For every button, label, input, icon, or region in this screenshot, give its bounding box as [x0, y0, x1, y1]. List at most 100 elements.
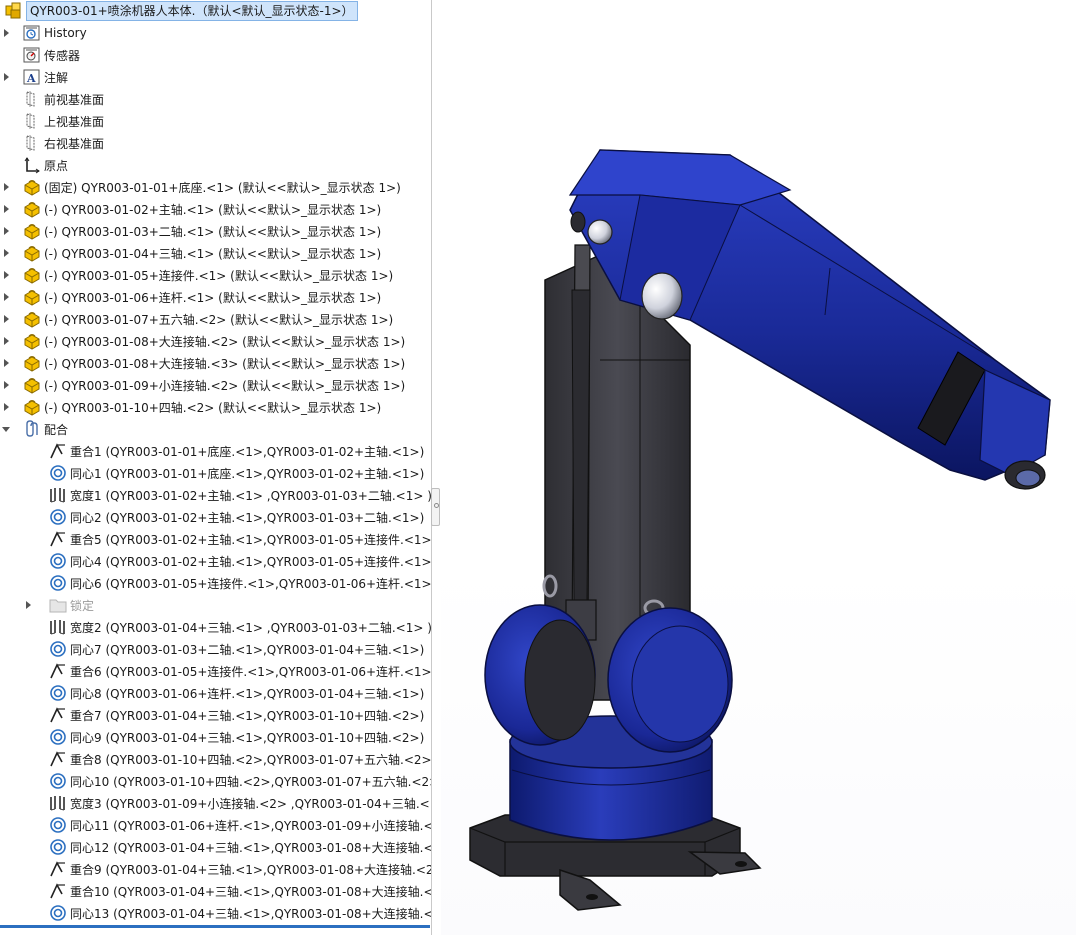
coincident-icon: [48, 858, 68, 880]
history-icon: [22, 22, 42, 44]
tree-item-part[interactable]: (-) QYR003-01-05+连接件.<1> (默认<<默认>_显示状态 1…: [0, 264, 432, 286]
expand-arrow-icon[interactable]: [0, 374, 12, 396]
tree-item-label: (固定) QYR003-01-01+底座.<1> (默认<<默认>_显示状态 1…: [44, 180, 401, 195]
expand-arrow-icon[interactable]: [0, 330, 12, 352]
expand-arrow-icon[interactable]: [0, 22, 12, 44]
coincident-icon: [48, 704, 68, 726]
expand-arrow-icon[interactable]: [0, 396, 12, 418]
origin-icon: [22, 154, 42, 176]
tree-item-label: 重合10 (QYR003-01-04+三轴.<1>,QYR003-01-08+大…: [70, 884, 432, 899]
tree-item-mate-coincident[interactable]: 重合1 (QYR003-01-01+底座.<1>,QYR003-01-02+主轴…: [0, 440, 432, 462]
tree-item-part[interactable]: (-) QYR003-01-10+四轴.<2> (默认<<默认>_显示状态 1>…: [0, 396, 432, 418]
tree-item-top-plane[interactable]: 上视基准面: [0, 110, 432, 132]
concentric-icon: [48, 550, 68, 572]
annotation-icon: A: [22, 66, 42, 88]
tree-item-part[interactable]: (固定) QYR003-01-01+底座.<1> (默认<<默认>_显示状态 1…: [0, 176, 432, 198]
tree-item-sensors[interactable]: 传感器: [0, 44, 432, 66]
expand-arrow-icon[interactable]: [0, 286, 12, 308]
concentric-icon: [48, 638, 68, 660]
tree-item-label: (-) QYR003-01-02+主轴.<1> (默认<<默认>_显示状态 1>…: [44, 202, 382, 217]
expand-arrow-icon[interactable]: [0, 308, 12, 330]
tree-root-assembly[interactable]: QYR003-01+喷涂机器人本体.（默认<默认_显示状态-1>）: [0, 0, 432, 22]
tree-item-label: 宽度3 (QYR003-01-09+小连接轴.<2> ,QYR003-01-04…: [70, 796, 432, 811]
tree-item-mate-width[interactable]: 宽度1 (QYR003-01-02+主轴.<1> ,QYR003-01-03+二…: [0, 484, 432, 506]
tree-item-label: (-) QYR003-01-09+小连接轴.<2> (默认<<默认>_显示状态 …: [44, 378, 406, 393]
expand-arrow-icon[interactable]: [22, 594, 34, 616]
part-icon: [22, 374, 42, 396]
tree-item-mate-concentric[interactable]: 同心13 (QYR003-01-04+三轴.<1>,QYR003-01-08+大…: [0, 902, 432, 924]
tree-item-mate-concentric[interactable]: 同心6 (QYR003-01-05+连接件.<1>,QYR003-01-06+连…: [0, 572, 432, 594]
tree-item-label: QYR003-01+喷涂机器人本体.（默认<默认_显示状态-1>）: [26, 1, 358, 21]
tree-item-origin[interactable]: 原点: [0, 154, 432, 176]
tree-item-label: 配合: [44, 422, 69, 437]
tree-item-part[interactable]: (-) QYR003-01-06+连杆.<1> (默认<<默认>_显示状态 1>…: [0, 286, 432, 308]
concentric-icon: [48, 682, 68, 704]
tree-item-label: 重合5 (QYR003-01-02+主轴.<1>,QYR003-01-05+连接…: [70, 532, 432, 547]
tree-item-part[interactable]: (-) QYR003-01-04+三轴.<1> (默认<<默认>_显示状态 1>…: [0, 242, 432, 264]
pane-divider: [431, 0, 432, 935]
tree-item-mate-width[interactable]: 宽度2 (QYR003-01-04+三轴.<1> ,QYR003-01-03+二…: [0, 616, 432, 638]
tree-item-mate-concentric[interactable]: 同心10 (QYR003-01-10+四轴.<2>,QYR003-01-07+五…: [0, 770, 432, 792]
coincident-icon: [48, 748, 68, 770]
tree-item-label: 前视基准面: [44, 92, 105, 107]
splitter-handle[interactable]: [431, 488, 440, 526]
tree-item-label: (-) QYR003-01-08+大连接轴.<3> (默认<<默认>_显示状态 …: [44, 356, 406, 371]
part-icon: [22, 242, 42, 264]
expand-arrow-icon[interactable]: [0, 198, 12, 220]
tree-item-mate-concentric[interactable]: 同心2 (QYR003-01-02+主轴.<1>,QYR003-01-03+二轴…: [0, 506, 432, 528]
tree-item-mate-concentric[interactable]: 同心12 (QYR003-01-04+三轴.<1>,QYR003-01-08+大…: [0, 836, 432, 858]
tree-item-label: 同心10 (QYR003-01-10+四轴.<2>,QYR003-01-07+五…: [70, 774, 432, 789]
tree-item-lock-folder[interactable]: 锁定: [0, 594, 432, 616]
tree-item-part[interactable]: (-) QYR003-01-07+五六轴.<2> (默认<<默认>_显示状态 1…: [0, 308, 432, 330]
tree-item-mate-concentric[interactable]: 同心1 (QYR003-01-01+底座.<1>,QYR003-01-02+主轴…: [0, 462, 432, 484]
concentric-icon: [48, 836, 68, 858]
tree-item-mate-coincident[interactable]: 重合8 (QYR003-01-10+四轴.<2>,QYR003-01-07+五六…: [0, 748, 432, 770]
coincident-icon: [48, 880, 68, 902]
tree-item-part[interactable]: (-) QYR003-01-02+主轴.<1> (默认<<默认>_显示状态 1>…: [0, 198, 432, 220]
tree-item-mate-concentric[interactable]: 同心7 (QYR003-01-03+二轴.<1>,QYR003-01-04+三轴…: [0, 638, 432, 660]
tree-item-mate-concentric[interactable]: 同心8 (QYR003-01-06+连杆.<1>,QYR003-01-04+三轴…: [0, 682, 432, 704]
tree-item-mate-coincident[interactable]: 重合5 (QYR003-01-02+主轴.<1>,QYR003-01-05+连接…: [0, 528, 432, 550]
tree-item-label: 同心9 (QYR003-01-04+三轴.<1>,QYR003-01-10+四轴…: [70, 730, 425, 745]
tree-item-mate-coincident[interactable]: 重合7 (QYR003-01-04+三轴.<1>,QYR003-01-10+四轴…: [0, 704, 432, 726]
tree-item-mates-folder[interactable]: 配合: [0, 418, 432, 440]
tree-item-mate-concentric[interactable]: 同心9 (QYR003-01-04+三轴.<1>,QYR003-01-10+四轴…: [0, 726, 432, 748]
tree-item-front-plane[interactable]: 前视基准面: [0, 88, 432, 110]
sensor-icon: [22, 44, 42, 66]
tree-item-label: 传感器: [44, 48, 81, 63]
expand-arrow-icon[interactable]: [0, 220, 12, 242]
tree-item-part[interactable]: (-) QYR003-01-09+小连接轴.<2> (默认<<默认>_显示状态 …: [0, 374, 432, 396]
graphics-viewport[interactable]: [441, 0, 1076, 935]
tree-item-label: 同心11 (QYR003-01-06+连杆.<1>,QYR003-01-09+小…: [70, 818, 432, 833]
tree-item-right-plane[interactable]: 右视基准面: [0, 132, 432, 154]
tree-item-mate-concentric[interactable]: 同心11 (QYR003-01-06+连杆.<1>,QYR003-01-09+小…: [0, 814, 432, 836]
tree-item-mate-width[interactable]: 宽度3 (QYR003-01-09+小连接轴.<2> ,QYR003-01-04…: [0, 792, 432, 814]
assembly-icon: [4, 0, 24, 22]
expand-arrow-icon[interactable]: [0, 352, 12, 374]
expand-arrow-icon[interactable]: [0, 264, 12, 286]
tree-item-history[interactable]: History: [0, 22, 432, 44]
tree-item-mate-coincident[interactable]: 重合6 (QYR003-01-05+连接件.<1>,QYR003-01-06+连…: [0, 660, 432, 682]
mates-icon: [22, 418, 42, 440]
tree-item-label: 重合9 (QYR003-01-04+三轴.<1>,QYR003-01-08+大连…: [70, 862, 432, 877]
expand-arrow-icon[interactable]: [0, 176, 12, 198]
tree-item-label: 同心8 (QYR003-01-06+连杆.<1>,QYR003-01-04+三轴…: [70, 686, 425, 701]
tree-item-annotations[interactable]: A 注解: [0, 66, 432, 88]
collapse-arrow-icon[interactable]: [0, 418, 12, 440]
tree-item-mate-coincident[interactable]: 重合9 (QYR003-01-04+三轴.<1>,QYR003-01-08+大连…: [0, 858, 432, 880]
tree-item-mate-concentric[interactable]: 同心4 (QYR003-01-02+主轴.<1>,QYR003-01-05+连接…: [0, 550, 432, 572]
tree-item-part[interactable]: (-) QYR003-01-08+大连接轴.<2> (默认<<默认>_显示状态 …: [0, 330, 432, 352]
expand-arrow-icon[interactable]: [0, 66, 12, 88]
tree-item-mate-coincident[interactable]: 重合10 (QYR003-01-04+三轴.<1>,QYR003-01-08+大…: [0, 880, 432, 902]
tree-item-part[interactable]: (-) QYR003-01-03+二轴.<1> (默认<<默认>_显示状态 1>…: [0, 220, 432, 242]
expand-arrow-icon[interactable]: [0, 242, 12, 264]
tree-scroll-indicator: [0, 925, 430, 928]
tree-item-part[interactable]: (-) QYR003-01-08+大连接轴.<3> (默认<<默认>_显示状态 …: [0, 352, 432, 374]
